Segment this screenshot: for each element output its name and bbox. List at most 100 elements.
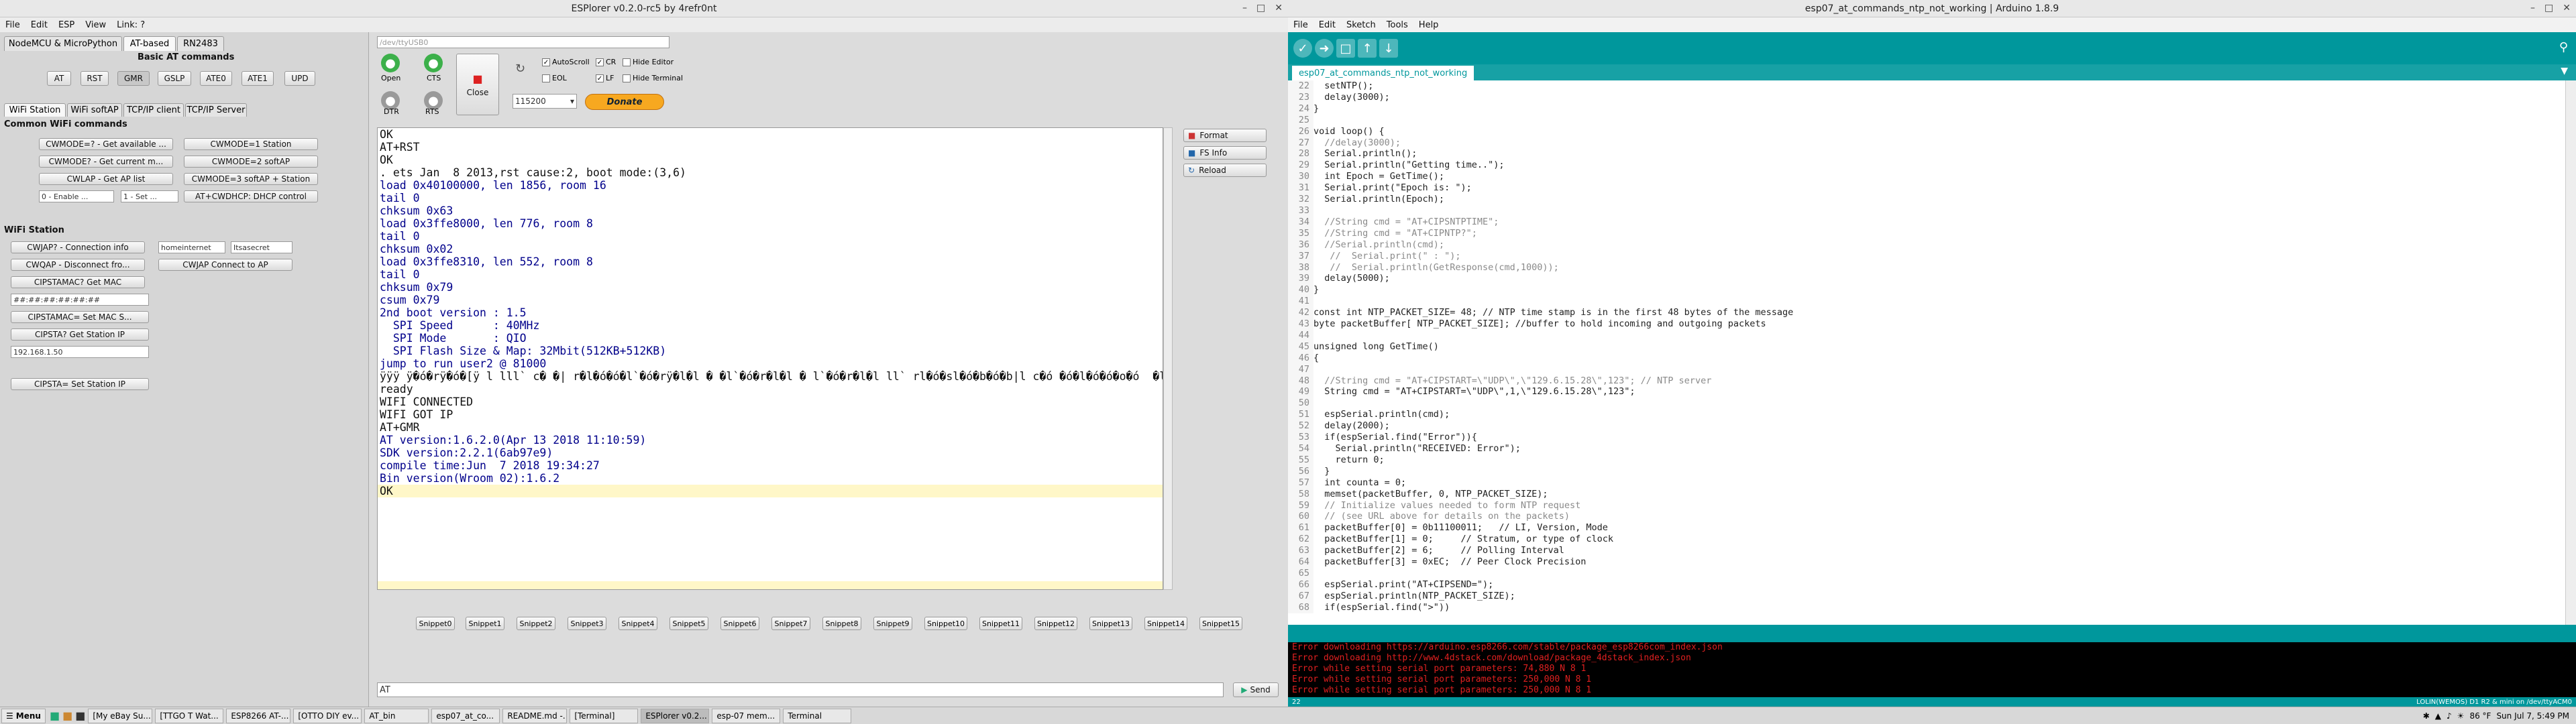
reload-button[interactable]: ↻ Reload	[1183, 164, 1267, 177]
tab-tcp-server[interactable]: TCP/IP Server	[185, 103, 247, 117]
baud-select[interactable]: 115200 ▾	[513, 94, 577, 109]
ate1-button[interactable]: ATE1	[241, 71, 274, 86]
code-line[interactable]: 42 const int NTP_PACKET_SIZE= 48; // NTP …	[1288, 307, 2565, 319]
open-led-icon[interactable]: ●	[381, 54, 400, 72]
port-combo[interactable]: /dev/ttyUSB0	[377, 36, 669, 48]
send-button[interactable]: ▶ Send	[1233, 682, 1279, 697]
tab-wifi-softap[interactable]: WiFi softAP	[67, 103, 122, 117]
code-line[interactable]: 22 setNTP();	[1288, 80, 2565, 92]
format-button[interactable]: ■ Format	[1183, 129, 1267, 142]
code-line[interactable]: 68 if(espSerial.find(">"))	[1288, 601, 2565, 613]
code-line[interactable]: 32 Serial.println(Epoch);	[1288, 194, 2565, 205]
code-line[interactable]: 59 // Initialize values needed to form N…	[1288, 499, 2565, 511]
snippet-button[interactable]: Snippet9	[873, 617, 912, 630]
cwjap-connect-button[interactable]: CWJAP Connect to AP	[158, 259, 292, 271]
launcher-icon[interactable]: ■	[50, 709, 60, 722]
cwmode-softap-button[interactable]: CWMODE=2 softAP	[184, 156, 318, 168]
volume-icon[interactable]: ♪	[2447, 711, 2452, 721]
cwmode-current-button[interactable]: CWMODE? - Get current m...	[39, 156, 173, 168]
mac-field[interactable]: ##:##:##:##:##:##	[11, 294, 149, 306]
code-line[interactable]: 66 espSerial.print("AT+CIPSEND=");	[1288, 579, 2565, 591]
cwmode-station-button[interactable]: CWMODE=1 Station	[184, 138, 318, 150]
cwmode-both-button[interactable]: CWMODE=3 softAP + Station	[184, 173, 318, 185]
menu-file[interactable]: File	[1293, 20, 1308, 30]
cwjap-info-button[interactable]: CWJAP? - Connection info	[11, 241, 145, 253]
upload-icon[interactable]: ➜	[1315, 39, 1334, 58]
close-icon[interactable]: ✕	[2563, 3, 2571, 13]
snippet-button[interactable]: Snippet12	[1034, 617, 1077, 630]
menu-esp[interactable]: ESP	[58, 20, 74, 30]
snippet-button[interactable]: Snippet7	[771, 617, 810, 630]
code-line[interactable]: 26 void loop() {	[1288, 125, 2565, 137]
cr-check[interactable]: ✓ CR	[596, 58, 616, 66]
maximize-icon[interactable]: □	[1256, 3, 1265, 13]
upd-button[interactable]: UPD	[284, 71, 315, 86]
code-editor[interactable]: 22 setNTP(); 23 delay(3000); 24} 25 26 void l…	[1288, 80, 2565, 625]
code-line[interactable]: 23 delay(3000);	[1288, 91, 2565, 103]
snippet-button[interactable]: Snippet14	[1144, 617, 1187, 630]
code-line[interactable]: 52 delay(2000);	[1288, 420, 2565, 432]
code-line[interactable]: 44	[1288, 329, 2565, 341]
code-line[interactable]: 56 }	[1288, 465, 2565, 477]
clock[interactable]: Sun Jul 7, 5:49 PM	[2496, 711, 2569, 721]
code-line[interactable]: 28 Serial.println();	[1288, 148, 2565, 160]
menu-help[interactable]: Help	[1419, 20, 1439, 30]
code-line[interactable]: 33	[1288, 204, 2565, 217]
editor-scrollbar[interactable]	[2565, 80, 2576, 625]
cipstamac-set-button[interactable]: CIPSTAMAC= Set MAC S...	[11, 311, 149, 323]
cwqap-button[interactable]: CWQAP - Disconnect fro...	[11, 259, 145, 271]
code-line[interactable]: 25	[1288, 114, 2565, 126]
new-icon[interactable]: □	[1336, 39, 1355, 58]
code-line[interactable]: 43 byte packetBuffer[ NTP_PACKET_SIZE]; /…	[1288, 318, 2565, 330]
snippet-button[interactable]: Snippet0	[416, 617, 455, 630]
refresh-icon[interactable]: ↻	[515, 62, 525, 76]
save-icon[interactable]: ↓	[1379, 39, 1398, 58]
code-line[interactable]: 41	[1288, 296, 2565, 308]
code-line[interactable]: 48 //String cmd = "AT+CIPSTART=\"UDP\",\…	[1288, 375, 2565, 387]
snippet-button[interactable]: Snippet4	[619, 617, 657, 630]
ip-field[interactable]: 192.168.1.50	[11, 346, 149, 358]
fs-info-button[interactable]: ■ FS Info	[1183, 146, 1267, 160]
code-line[interactable]: 36 //Serial.println(cmd);	[1288, 239, 2565, 251]
code-line[interactable]: 61 packetBuffer[0] = 0b11100011; // LI, …	[1288, 522, 2565, 534]
code-line[interactable]: 39 delay(5000);	[1288, 273, 2565, 285]
taskbar-item[interactable]: esp-07 mem...	[712, 708, 781, 723]
network-icon[interactable]: ▲	[2435, 711, 2441, 721]
gslp-button[interactable]: GSLP	[158, 71, 191, 86]
code-line[interactable]: 67 espSerial.println(NTP_PACKET_SIZE);	[1288, 590, 2565, 602]
snippet-button[interactable]: Snippet5	[669, 617, 708, 630]
taskbar-item[interactable]: Terminal	[783, 708, 852, 723]
cipstamac-get-button[interactable]: CIPSTAMAC? Get MAC	[11, 276, 145, 288]
minimize-icon[interactable]: –	[1242, 3, 1247, 13]
hide-terminal-check[interactable]: Hide Terminal	[623, 74, 683, 82]
taskbar-item[interactable]: [OTTO DIY ev...	[293, 708, 362, 723]
verify-icon[interactable]: ✓	[1293, 39, 1312, 58]
code-line[interactable]: 37 // Serial.print(" : ");	[1288, 250, 2565, 262]
menu-edit[interactable]: Edit	[1319, 20, 1336, 30]
code-line[interactable]: 29 Serial.println("Getting time..");	[1288, 160, 2565, 172]
code-line[interactable]: 60 // (see URL above for details on the …	[1288, 511, 2565, 523]
code-line[interactable]: 55 return 0;	[1288, 454, 2565, 466]
code-line[interactable]: 65	[1288, 567, 2565, 579]
code-line[interactable]: 57 int counta = 0;	[1288, 477, 2565, 489]
lf-check[interactable]: ✓ LF	[596, 74, 614, 82]
code-line[interactable]: 46{	[1288, 352, 2565, 364]
open-icon[interactable]: ↑	[1358, 39, 1377, 58]
cwmode-query-button[interactable]: CWMODE=? - Get available ...	[39, 138, 173, 150]
tab-tcpip-client[interactable]: TCP/IP client	[123, 103, 184, 117]
tab-sketch[interactable]: esp07_at_commands_ntp_not_working	[1292, 66, 1474, 80]
menu-file[interactable]: File	[5, 20, 20, 30]
code-line[interactable]: 64 packetBuffer[3] = 0xEC; // Peer Clock…	[1288, 556, 2565, 568]
code-line[interactable]: 47	[1288, 363, 2565, 375]
taskbar-item[interactable]: esp07_at_co...	[431, 708, 500, 723]
snippet-button[interactable]: Snippet10	[924, 617, 967, 630]
code-line[interactable]: 40}	[1288, 284, 2565, 296]
code-line[interactable]: 34 //String cmd = "AT+CIPSNTPTIME";	[1288, 216, 2565, 228]
snippet-button[interactable]: Snippet6	[720, 617, 759, 630]
terminal-icon[interactable]: ■	[75, 709, 85, 722]
cipsta-set-button[interactable]: CIPSTA= Set Station IP	[11, 378, 149, 390]
code-line[interactable]: 50	[1288, 398, 2565, 410]
snippet-button[interactable]: Snippet1	[466, 617, 504, 630]
code-line[interactable]: 63 packetBuffer[2] = 6; // Polling Inter…	[1288, 545, 2565, 557]
tab-menu-icon[interactable]: ▼	[2561, 66, 2568, 76]
